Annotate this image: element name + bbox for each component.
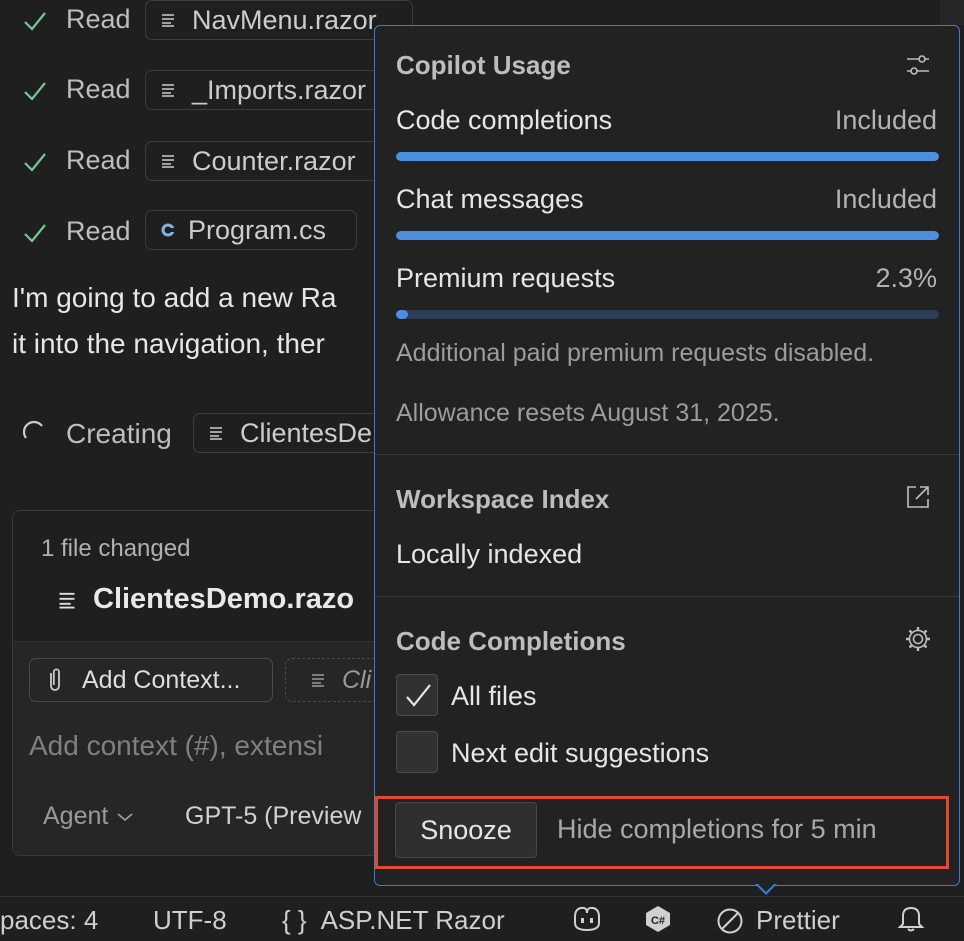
copilot-icon[interactable] — [570, 903, 604, 933]
check-icon — [24, 82, 46, 101]
usage-progress-bar — [396, 231, 939, 240]
read-label: Read — [66, 216, 131, 246]
file-name: Program.cs — [188, 214, 327, 245]
csharp-badge-text: C# — [651, 915, 665, 927]
next-edit-suggestions-label: Next edit suggestions — [451, 738, 710, 768]
language-label: ASP.NET Razor — [320, 905, 505, 935]
document-icon — [162, 14, 174, 27]
paperclip-icon — [50, 668, 60, 691]
agent-label: Agent — [43, 802, 109, 830]
all-files-checkbox[interactable] — [396, 674, 438, 716]
usage-value: 2.3% — [875, 263, 937, 293]
usage-label: Code completions — [396, 105, 613, 135]
workspace-index-title: Workspace Index — [396, 484, 610, 514]
usage-label: Chat messages — [396, 184, 584, 214]
premium-disabled-note: Additional paid premium requests disable… — [396, 339, 875, 367]
csharp-hexagon-icon: C# — [646, 906, 670, 932]
creating-label: Creating — [66, 418, 172, 449]
usage-label: Premium requests — [396, 263, 616, 293]
document-icon — [312, 674, 324, 687]
add-context-button[interactable]: Add Context... — [29, 658, 273, 702]
document-icon — [162, 84, 174, 97]
prettier-status[interactable]: Prettier — [716, 905, 840, 936]
usage-progress-bar — [396, 310, 939, 319]
model-picker[interactable]: GPT-5 (Preview — [185, 802, 361, 831]
usage-value: Included — [834, 105, 937, 135]
status-bar: paces: 4 UTF-8 { } ASP.NET Razor C# Pret… — [0, 896, 964, 941]
agent-mode-picker[interactable]: Agent — [43, 802, 134, 831]
changed-file-item[interactable]: ClientesDemo.razo — [57, 583, 354, 616]
snooze-button[interactable]: Snooze — [395, 802, 537, 858]
spinner-icon — [22, 420, 43, 439]
check-icon — [24, 153, 46, 172]
usage-section-title: Copilot Usage — [396, 50, 571, 80]
allowance-reset-note: Allowance resets August 31, 2025. — [396, 399, 780, 427]
document-icon — [162, 155, 174, 168]
code-completions-title: Code Completions — [396, 626, 626, 656]
changed-file-name: ClientesDemo.razo — [93, 583, 355, 615]
chat-input-area: Add Context... Cli Add context (#), exte… — [13, 641, 411, 855]
assistant-message-line: it into the navigation, ther — [12, 328, 325, 359]
usage-value: Included — [834, 184, 937, 214]
braces-icon: { } — [282, 905, 307, 935]
popup-pointer-inner — [757, 883, 775, 892]
usage-progress-fill — [396, 231, 939, 240]
add-context-label: Add Context... — [82, 665, 241, 694]
workspace-index-status: Locally indexed — [396, 539, 583, 569]
encoding-status[interactable]: UTF-8 — [153, 905, 227, 936]
prohibited-icon — [717, 908, 743, 933]
usage-progress-fill — [396, 310, 409, 319]
chat-input[interactable]: Add context (#), extensi — [29, 730, 323, 762]
assistant-message-line: I'm going to add a new Ra — [12, 282, 337, 313]
divider — [375, 596, 959, 597]
checkmark-icon — [406, 684, 431, 707]
file-name: _Imports.razor — [192, 74, 367, 105]
file-reference-pill[interactable]: Program.cs — [145, 210, 357, 250]
file-reference-pill[interactable]: Counter.razor — [145, 141, 385, 181]
bell-icon[interactable] — [897, 903, 925, 933]
divider — [375, 454, 959, 455]
read-label: Read — [66, 74, 131, 104]
settings-sliders-icon[interactable] — [903, 50, 933, 80]
file-reference-pill[interactable]: _Imports.razor — [145, 70, 385, 110]
changes-panel: 1 file changed ClientesDemo.razo Add Con… — [12, 510, 412, 856]
indentation-status[interactable]: paces: 4 — [0, 905, 98, 936]
scrollbar[interactable] — [940, 0, 964, 25]
document-icon — [59, 592, 75, 608]
check-icon — [24, 224, 46, 243]
next-edit-suggestions-checkbox[interactable] — [396, 731, 438, 773]
read-label: Read — [66, 4, 131, 34]
changes-count: 1 file changed — [41, 535, 191, 562]
file-name: NavMenu.razor — [192, 4, 377, 35]
open-external-icon[interactable] — [903, 482, 933, 512]
file-name: ClientesDe — [240, 417, 373, 448]
usage-progress-fill — [396, 152, 939, 161]
read-label: Read — [66, 145, 131, 175]
usage-progress-bar — [396, 152, 939, 161]
csharp-extension-icon[interactable]: C# — [643, 904, 673, 934]
all-files-label: All files — [451, 681, 537, 711]
prettier-label: Prettier — [756, 905, 840, 935]
check-icon — [24, 12, 46, 31]
copilot-status-popup: Copilot Usage Code completions Included … — [374, 25, 960, 886]
document-icon — [210, 427, 222, 440]
chevron-down-icon — [117, 812, 133, 821]
language-mode-status[interactable]: { } ASP.NET Razor — [282, 905, 505, 936]
snooze-description: Hide completions for 5 min — [557, 814, 877, 844]
file-reference-pill[interactable]: NavMenu.razor — [145, 0, 413, 40]
file-name: Counter.razor — [192, 145, 356, 176]
csharp-file-icon — [161, 223, 176, 237]
context-file-label: Cli — [342, 665, 372, 694]
gear-icon[interactable] — [903, 624, 933, 654]
